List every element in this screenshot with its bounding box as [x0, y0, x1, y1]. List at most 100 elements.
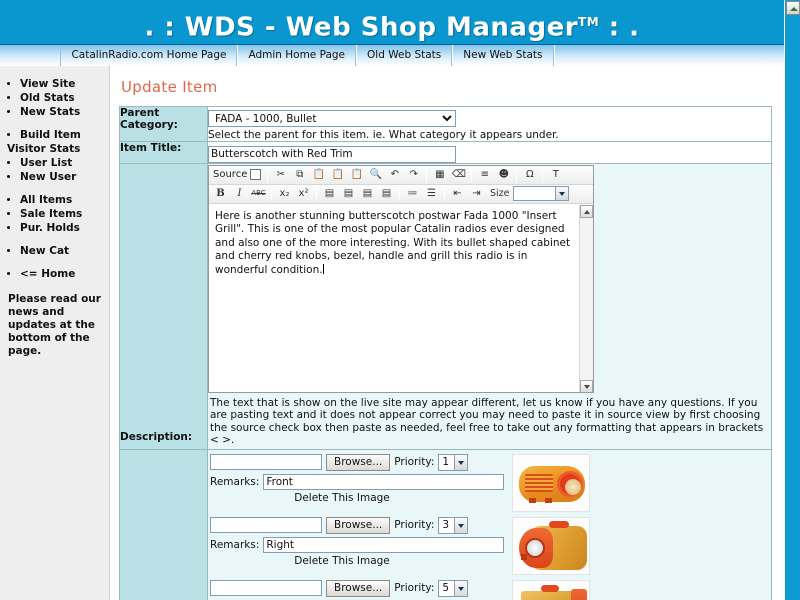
- sidebar-item-old-stats[interactable]: Old Stats: [20, 92, 105, 105]
- thumb-shape: [557, 470, 583, 497]
- editor-content-area[interactable]: Here is another stunning butterscotch po…: [209, 203, 593, 392]
- image-thumbnail-wrap: [510, 516, 592, 575]
- rich-text-editor: Source ✂ ⧉ 📋 📋 📋 🔍 ↶ ↷ ▦ ⌫ ≡ ☻ Ω T B I A…: [208, 164, 594, 393]
- main-content: Update Item Parent Category: FADA - 1000…: [111, 66, 784, 600]
- redo-icon[interactable]: ↷: [405, 167, 422, 183]
- sidebar-item-user-list[interactable]: User List: [20, 157, 105, 170]
- nav-old-web-stats[interactable]: Old Web Stats: [356, 45, 453, 66]
- image-upload-row: Browse... Priority: 3 Remarks: Right Del…: [208, 516, 771, 575]
- image-file-input[interactable]: [210, 517, 322, 533]
- sidebar: View Site Old Stats New Stats Build Item…: [0, 66, 110, 600]
- sidebar-item-build-item[interactable]: Build Item: [20, 129, 105, 142]
- image-upload-fields: Browse... Priority: 3 Remarks: Right Del…: [208, 516, 504, 567]
- sidebar-item-all-items[interactable]: All Items: [20, 194, 105, 207]
- toolbar-separator: [426, 167, 428, 182]
- strikethrough-icon[interactable]: ABC: [250, 186, 267, 202]
- priority-select[interactable]: 5: [438, 579, 469, 597]
- priority-label: Priority:: [394, 582, 435, 594]
- delete-image-link[interactable]: Delete This Image: [210, 555, 504, 567]
- nav-catalinradio-home[interactable]: CatalinRadio.com Home Page: [60, 45, 238, 66]
- paste-word-icon[interactable]: 📋: [348, 167, 365, 183]
- chevron-down-icon: [454, 517, 468, 533]
- source-toggle-label[interactable]: Source: [211, 169, 249, 180]
- priority-select[interactable]: 1: [438, 453, 469, 471]
- text-caret: [322, 263, 324, 274]
- special-char-icon[interactable]: Ω: [521, 167, 538, 183]
- sidebar-news-note: Please read our news and updates at the …: [8, 293, 101, 357]
- sidebar-item-home[interactable]: <= Home: [20, 268, 105, 281]
- toolbar-separator: [516, 167, 518, 182]
- cut-icon[interactable]: ✂: [272, 167, 289, 183]
- font-size-label: Size: [490, 188, 510, 199]
- outdent-icon[interactable]: ⇤: [449, 186, 466, 202]
- sidebar-group-category: New Cat: [6, 245, 105, 258]
- remarks-input[interactable]: Right: [263, 536, 504, 553]
- thumb-shape: [521, 590, 577, 600]
- sidebar-item-view-site[interactable]: View Site: [20, 78, 105, 91]
- parent-category-select[interactable]: FADA - 1000, Bullet: [208, 110, 456, 127]
- priority-label: Priority:: [394, 519, 435, 531]
- chevron-down-icon: [454, 454, 468, 470]
- find-icon[interactable]: 🔍: [367, 167, 384, 183]
- image-file-input[interactable]: [210, 580, 322, 596]
- delete-image-link[interactable]: Delete This Image: [210, 492, 504, 504]
- scroll-up-icon[interactable]: [580, 204, 593, 218]
- radio-right-thumbnail[interactable]: [512, 516, 590, 575]
- paste-text-icon[interactable]: 📋: [329, 167, 346, 183]
- source-checkbox[interactable]: [250, 169, 262, 180]
- text-color-icon[interactable]: T: [547, 167, 564, 183]
- superscript-icon[interactable]: x²: [295, 186, 312, 202]
- sidebar-inner: View Site Old Stats New Stats Build Item…: [0, 66, 109, 358]
- sidebar-item-visitor-stats[interactable]: Visitor Stats: [7, 143, 105, 156]
- copy-icon[interactable]: ⧉: [291, 167, 308, 183]
- description-text: Here is another stunning butterscotch po…: [209, 205, 593, 278]
- nav-new-web-stats[interactable]: New Web Stats: [452, 45, 554, 66]
- undo-icon[interactable]: ↶: [386, 167, 403, 183]
- sidebar-item-sale-items[interactable]: Sale Items: [20, 208, 105, 221]
- window-scrollbar[interactable]: [784, 0, 800, 600]
- app-title-prefix: . : WDS - Web Shop Manager: [144, 12, 579, 43]
- align-justify-icon[interactable]: ▤: [378, 186, 395, 202]
- sidebar-item-new-cat[interactable]: New Cat: [20, 245, 105, 258]
- subscript-icon[interactable]: x₂: [276, 186, 293, 202]
- priority-select[interactable]: 3: [438, 516, 469, 534]
- bulleted-list-icon[interactable]: ☰: [423, 186, 440, 202]
- description-text-body: Here is another stunning butterscotch po…: [215, 209, 571, 276]
- smiley-icon[interactable]: ☻: [495, 167, 512, 183]
- image-file-line: Browse... Priority: 3: [210, 516, 504, 534]
- italic-icon[interactable]: I: [231, 186, 248, 202]
- sidebar-item-new-user[interactable]: New User: [20, 171, 105, 184]
- remarks-input[interactable]: Front: [263, 473, 504, 490]
- nav-admin-home[interactable]: Admin Home Page: [237, 45, 357, 66]
- toolbar-separator: [316, 186, 317, 201]
- radio-front-thumbnail[interactable]: [512, 453, 590, 512]
- browse-button[interactable]: Browse...: [326, 453, 391, 471]
- item-title-row: Item Title:: [119, 141, 772, 164]
- radio-top-thumbnail[interactable]: [512, 579, 590, 600]
- browse-button[interactable]: Browse...: [326, 579, 391, 597]
- app-window: . : WDS - Web Shop ManagerTM : . Catalin…: [0, 0, 800, 600]
- indent-icon[interactable]: ⇥: [468, 186, 485, 202]
- numbered-list-icon[interactable]: ≔: [404, 186, 421, 202]
- horizontal-rule-icon[interactable]: ≡: [476, 167, 493, 183]
- bold-icon[interactable]: B: [212, 186, 229, 202]
- image-thumbnail-wrap: [510, 453, 592, 512]
- scroll-down-icon[interactable]: [580, 379, 593, 392]
- thumb-shape: [529, 497, 536, 503]
- thumb-shape: [541, 584, 559, 592]
- parent-category-row: Parent Category: FADA - 1000, Bullet Sel…: [119, 106, 772, 142]
- scroll-up-icon[interactable]: [785, 1, 800, 15]
- sidebar-item-pur-holds[interactable]: Pur. Holds: [20, 222, 105, 235]
- select-all-icon[interactable]: ▦: [431, 167, 448, 183]
- browse-button[interactable]: Browse...: [326, 516, 391, 534]
- editor-scrollbar[interactable]: [579, 204, 593, 392]
- font-size-select[interactable]: [512, 186, 569, 201]
- image-file-input[interactable]: [210, 454, 322, 470]
- align-right-icon[interactable]: ▤: [359, 186, 376, 202]
- align-left-icon[interactable]: ▤: [321, 186, 338, 202]
- remove-format-icon[interactable]: ⌫: [450, 167, 467, 183]
- item-title-input[interactable]: [208, 145, 456, 163]
- sidebar-item-new-stats[interactable]: New Stats: [20, 106, 105, 119]
- paste-icon[interactable]: 📋: [310, 167, 327, 183]
- align-center-icon[interactable]: ▤: [340, 186, 357, 202]
